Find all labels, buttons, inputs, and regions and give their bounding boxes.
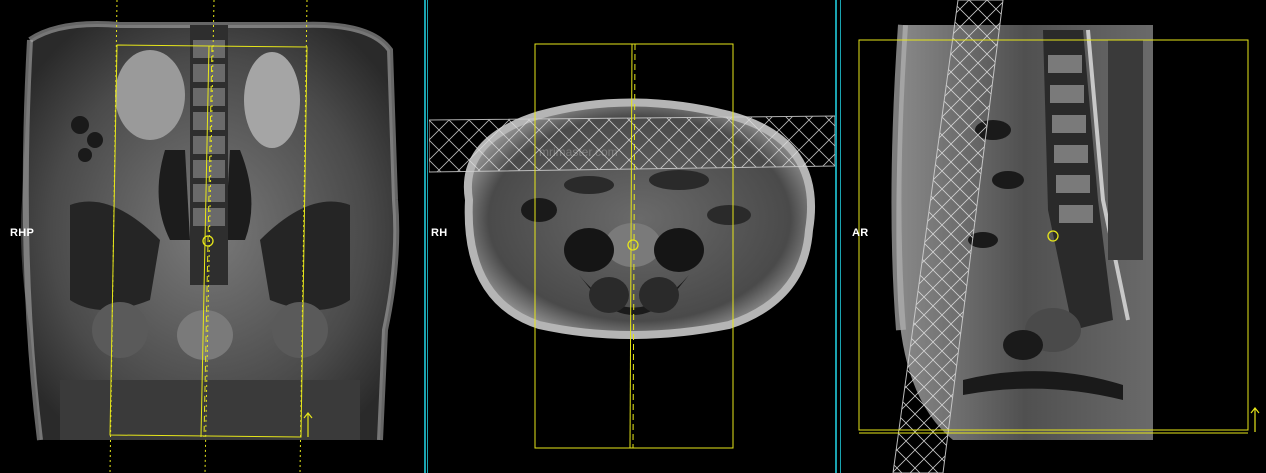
viewport-divider-right-2 — [840, 0, 841, 473]
axial-image — [429, 43, 835, 449]
viewport-divider-left-2 — [427, 0, 428, 473]
sagittal-viewport[interactable]: AR — [843, 0, 1266, 473]
coronal-image — [21, 0, 400, 473]
coronal-orientation-label: RHP — [10, 227, 35, 239]
axial-viewport[interactable]: mrimaster.com RH — [429, 0, 835, 473]
coronal-viewport[interactable]: RHP — [0, 0, 424, 473]
watermark-text: mrimaster.com — [539, 145, 618, 159]
viewport-divider-left-1[interactable] — [424, 0, 426, 473]
axial-orientation-label: RH — [431, 227, 448, 239]
sagittal-orientation-label: AR — [852, 227, 869, 239]
viewport-divider-right-1[interactable] — [835, 0, 837, 473]
sagittal-image — [858, 0, 1260, 473]
